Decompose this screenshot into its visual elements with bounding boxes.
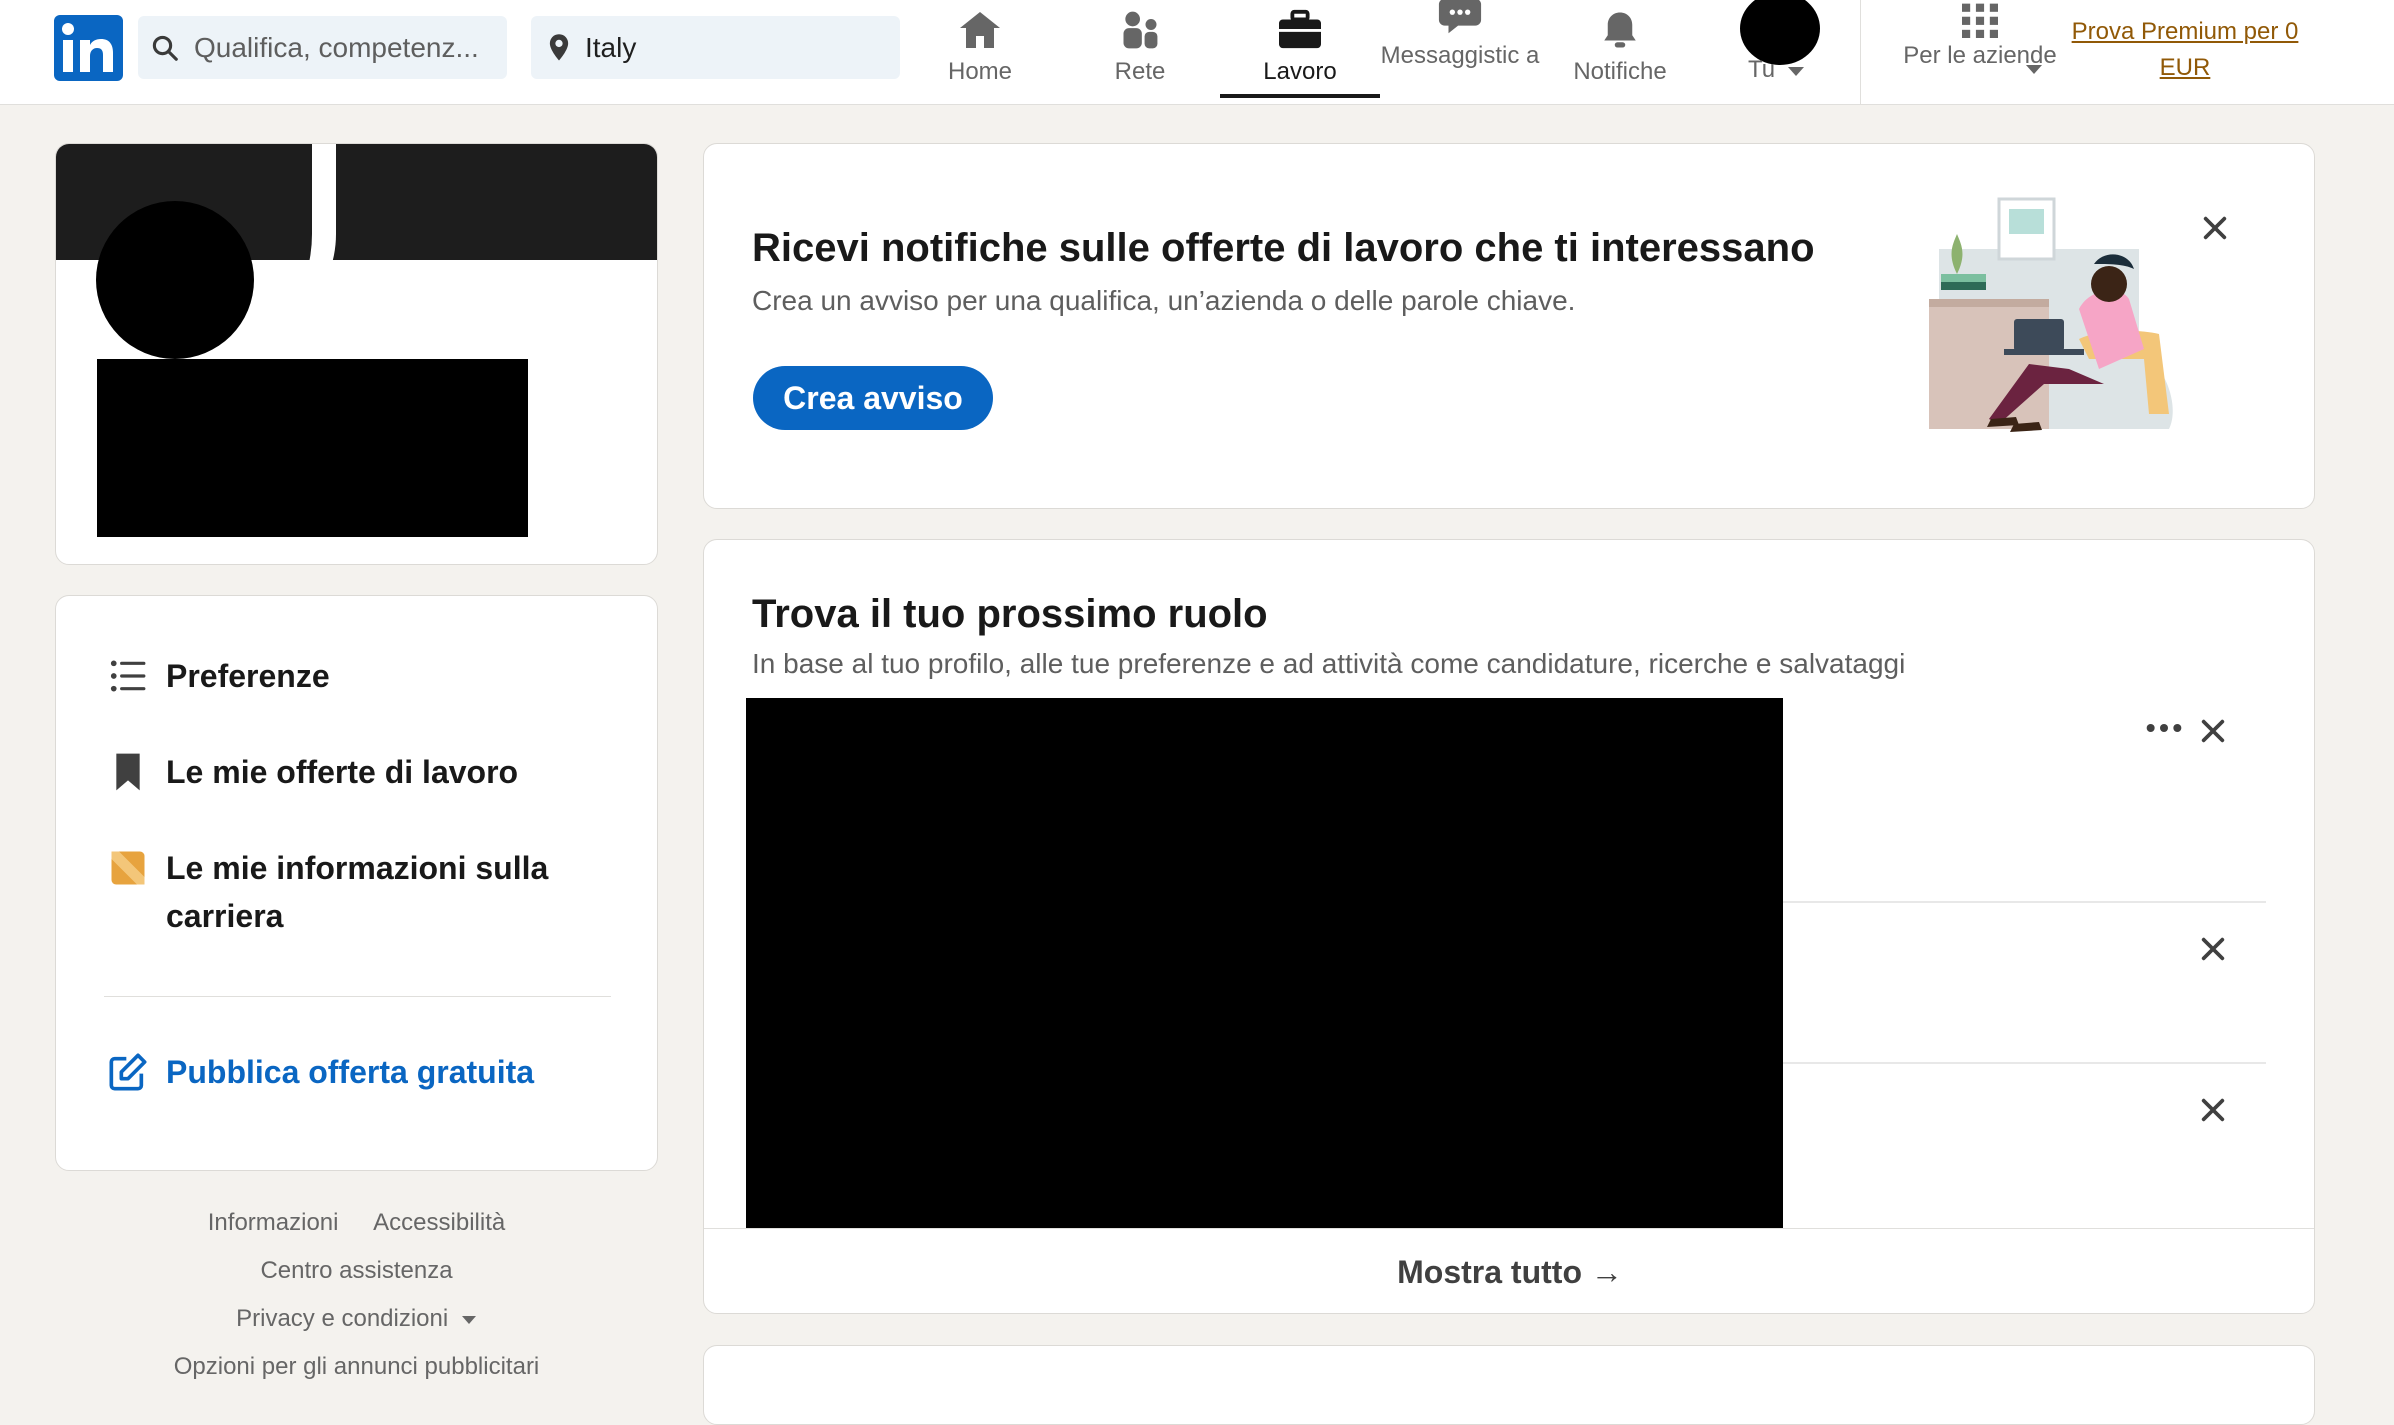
more-options-icon[interactable] — [2144, 716, 2184, 740]
search-box[interactable] — [138, 16, 507, 79]
footer-link-help[interactable]: Centro assistenza — [260, 1257, 452, 1284]
footer-link-ad-options[interactable]: Opzioni per gli annunci pubblicitari — [174, 1353, 540, 1380]
profile-avatar[interactable] — [96, 201, 254, 359]
nav-divider — [1860, 0, 1861, 105]
nav-messaging[interactable]: Messaggistic a — [1380, 0, 1540, 100]
edit-icon — [109, 1053, 147, 1091]
create-alert-button[interactable]: Crea avviso — [753, 366, 993, 430]
search-icon — [152, 35, 178, 61]
job-listings-redacted[interactable] — [746, 698, 1783, 1228]
menu-item-label: Le mie offerte di lavoro — [166, 754, 519, 790]
menu-item-label: Preferenze — [166, 658, 330, 694]
top-nav: Home Rete Lavoro Messaggistic a Notifich — [0, 0, 2394, 105]
footer-link-privacy[interactable]: Privacy e condizioni — [236, 1305, 477, 1332]
menu-item-career-insights[interactable]: Le mie informazioni sulla carriera — [108, 844, 606, 940]
menu-item-label: Le mie informazioni sulla carriera — [166, 850, 549, 934]
location-input[interactable] — [585, 16, 885, 79]
nav-jobs-label: Lavoro — [1263, 58, 1337, 85]
close-icon[interactable] — [2197, 933, 2229, 965]
menu-item-my-jobs[interactable]: Le mie offerte di lavoro — [108, 748, 518, 796]
job-alert-card: Ricevi notifiche sulle offerte di lavoro… — [703, 143, 2315, 509]
card-divider — [704, 1228, 2314, 1229]
footer-link-accessibility[interactable]: Accessibilità — [373, 1209, 505, 1236]
job-divider — [1783, 901, 2266, 903]
linkedin-logo-icon[interactable] — [54, 15, 123, 81]
nav-network-label: Rete — [1114, 58, 1166, 85]
home-icon — [960, 12, 1000, 48]
profile-info-redacted — [97, 359, 528, 537]
grid-icon — [1962, 3, 1998, 38]
search-input[interactable] — [194, 16, 499, 79]
post-job-label: Pubblica offerta gratuita — [166, 1054, 535, 1090]
nav-notifications-label: Notifiche — [1573, 58, 1667, 85]
menu-divider — [104, 996, 611, 997]
job-recommendations-card: Trova il tuo prossimo ruolo In base al t… — [703, 539, 2315, 1314]
jobs-title: Trova il tuo prossimo ruolo — [752, 592, 1268, 636]
alert-subtitle: Crea un avviso per una qualifica, un’azi… — [752, 285, 1576, 316]
messaging-icon — [1438, 0, 1482, 34]
bookmark-icon — [116, 753, 140, 791]
career-insights-icon — [111, 851, 145, 885]
post-job-button[interactable]: Pubblica offerta gratuita — [108, 1048, 534, 1096]
woman-at-desk-illustration — [1929, 197, 2173, 432]
nav-business[interactable]: Per le aziende — [1900, 0, 2060, 100]
briefcase-icon — [1279, 9, 1321, 49]
profile-card[interactable] — [55, 143, 658, 565]
close-icon[interactable] — [2197, 715, 2229, 747]
close-icon[interactable] — [2199, 212, 2231, 244]
footer-links: Informazioni Accessibilità Centro assist… — [55, 1205, 658, 1397]
premium-link[interactable]: Prova Premium per 0 EUR — [2050, 14, 2320, 86]
nav-notifications[interactable]: Notifiche — [1540, 0, 1700, 100]
footer-link-about[interactable]: Informazioni — [208, 1209, 339, 1236]
me-label[interactable]: Tu — [1748, 56, 1775, 84]
next-card — [703, 1345, 2315, 1425]
alert-title: Ricevi notifiche sulle offerte di lavoro… — [752, 226, 1815, 270]
nav-jobs[interactable]: Lavoro — [1220, 0, 1380, 100]
location-box[interactable] — [531, 16, 900, 79]
job-divider — [1783, 1062, 2266, 1064]
jobs-menu-card: Preferenze Le mie offerte di lavoro Le m… — [55, 595, 658, 1171]
network-icon — [1123, 11, 1158, 49]
location-pin-icon — [549, 34, 569, 61]
chevron-down-icon — [461, 1315, 476, 1324]
menu-item-preferences[interactable]: Preferenze — [108, 652, 330, 700]
nav-home-label: Home — [947, 58, 1013, 85]
footer-link-privacy-label: Privacy e condizioni — [236, 1305, 449, 1332]
jobs-subtitle: In base al tuo profilo, alle tue prefere… — [752, 648, 1906, 679]
active-tab-indicator — [1220, 94, 1380, 98]
nav-messaging-label: Messaggistic a — [1380, 42, 1540, 69]
nav-home[interactable]: Home — [900, 0, 1060, 100]
list-icon — [110, 660, 146, 692]
chevron-down-icon[interactable] — [1786, 66, 1806, 78]
show-all-button[interactable]: Mostra tutto → — [704, 1230, 2314, 1313]
chevron-down-icon[interactable] — [2024, 64, 2044, 76]
nav-network[interactable]: Rete — [1060, 0, 1220, 100]
bell-icon — [1604, 12, 1636, 48]
close-icon[interactable] — [2197, 1094, 2229, 1126]
